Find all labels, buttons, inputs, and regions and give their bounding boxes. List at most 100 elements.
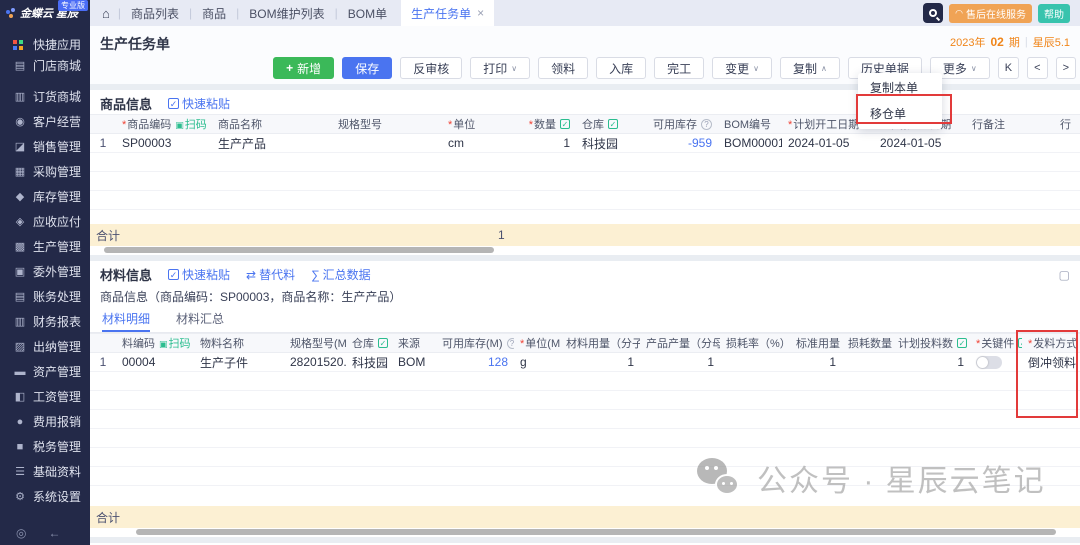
cell-规格型号(M)[interactable]: 28201520...: [284, 353, 346, 372]
sidebar-item-账务处理[interactable]: ▤账务处理: [0, 284, 90, 309]
sidebar-item-快捷应用[interactable]: 快捷应用: [0, 34, 90, 55]
cell-料编码[interactable]: 00004: [116, 353, 194, 372]
tab-BOM单[interactable]: BOM单: [338, 5, 397, 22]
tab-material-detail[interactable]: 材料明细: [102, 307, 150, 332]
sidebar-item-出纳管理[interactable]: ▨出纳管理: [0, 334, 90, 359]
close-icon[interactable]: ×: [477, 6, 484, 20]
cell-标准用量[interactable]: 1: [790, 353, 842, 372]
total-cell: [116, 506, 194, 528]
cell-计划开工日期[interactable]: 2024-01-05: [782, 134, 874, 153]
checkbox-icon[interactable]: ✓: [957, 338, 967, 348]
tab-material-summary[interactable]: 材料汇总: [176, 307, 224, 332]
cell-BOM编号[interactable]: BOM00001: [718, 134, 782, 153]
反审核-button[interactable]: 反审核: [400, 57, 462, 79]
help-badge[interactable]: 帮助: [1038, 4, 1070, 23]
sidebar-item-工资管理[interactable]: ◧工资管理: [0, 384, 90, 409]
sidebar-item-门店商城[interactable]: ▤门店商城: [0, 55, 90, 76]
asset-icon: ▬: [13, 366, 27, 378]
checkbox-icon[interactable]: ✓: [560, 119, 570, 129]
summary-data-link[interactable]: ∑汇总数据: [311, 266, 371, 283]
cell-产品产量（分母）[interactable]: 1: [640, 353, 720, 372]
checkbox-icon[interactable]: ✓: [378, 338, 388, 348]
复制-button[interactable]: 复制∧: [780, 57, 840, 79]
substitute-material-link[interactable]: ⇄替代料: [246, 266, 295, 283]
cell-计划投料数[interactable]: 1: [892, 353, 970, 372]
cell-来源[interactable]: BOM: [392, 353, 436, 372]
cell-仓库[interactable]: 科技园: [346, 353, 392, 372]
新增-button[interactable]: +新增: [273, 57, 334, 79]
cell-规格型号[interactable]: [332, 134, 442, 153]
sidebar-item-订货商城[interactable]: ▥订货商城: [0, 84, 90, 109]
search-button[interactable]: [923, 3, 943, 23]
scan-icon[interactable]: ▣: [159, 339, 168, 349]
sidebar-item-客户经营[interactable]: ◉客户经营: [0, 109, 90, 134]
tab-商品[interactable]: 商品: [192, 5, 236, 22]
cell-可用库存(M)[interactable]: 128: [436, 353, 514, 372]
sidebar-item-库存管理[interactable]: ◆库存管理: [0, 184, 90, 209]
scan-icon[interactable]: ▣: [175, 120, 184, 130]
collapse-arrow-icon[interactable]: ←: [48, 526, 60, 540]
sidebar-item-资产管理[interactable]: ▬资产管理: [0, 359, 90, 384]
sidebar-item-label: 快捷应用: [33, 36, 81, 53]
tab-BOM维护列表[interactable]: BOM维护列表: [239, 5, 334, 22]
cell-数量[interactable]: 1: [492, 134, 576, 153]
checkbox-icon[interactable]: ✓: [1018, 338, 1022, 348]
version-label[interactable]: 星辰5.1: [1033, 34, 1070, 50]
tab-production-task[interactable]: 生产任务单 ×: [401, 0, 494, 26]
变更-button[interactable]: 变更∨: [712, 57, 772, 79]
sidebar-item-税务管理[interactable]: ■税务管理: [0, 434, 90, 459]
nav-button-K[interactable]: K: [998, 57, 1019, 79]
quick-paste-link[interactable]: ✓快速粘贴: [168, 266, 230, 283]
product-hscrollbar[interactable]: [90, 246, 1080, 255]
menu-item-复制本单[interactable]: 复制本单: [858, 75, 942, 101]
menu-item-移仓单[interactable]: 移仓单: [858, 101, 942, 127]
cell-行备注[interactable]: [966, 134, 1054, 153]
cell-损耗数量[interactable]: [842, 353, 892, 372]
入库-button[interactable]: 入库: [596, 57, 646, 79]
cell-商品编码[interactable]: SP00003: [116, 134, 212, 153]
total-cell: [346, 506, 392, 528]
cell-计划完工日期[interactable]: 2024-01-05: [874, 134, 966, 153]
quick-paste-link[interactable]: ✓快速粘贴: [168, 95, 230, 112]
checkbox-icon[interactable]: ✓: [608, 119, 618, 129]
toggle-off[interactable]: [976, 356, 1002, 369]
cell-材料用量（分子）[interactable]: 1: [560, 353, 640, 372]
sidebar-item-费用报销[interactable]: ●费用报销: [0, 409, 90, 434]
nav-button-<[interactable]: <: [1027, 57, 1047, 79]
cell-损耗率（%）[interactable]: [720, 353, 790, 372]
cell-商品名称[interactable]: 生产产品: [212, 134, 332, 153]
tab-商品列表[interactable]: 商品列表: [121, 5, 189, 22]
sidebar-item-采购管理[interactable]: ▦采购管理: [0, 159, 90, 184]
after-sales-service-badge[interactable]: ◠售后在线服务: [949, 4, 1032, 23]
sidebar-item-应收应付[interactable]: ◈应收应付: [0, 209, 90, 234]
sidebar-item-销售管理[interactable]: ◪销售管理: [0, 134, 90, 159]
sidebar-item-委外管理[interactable]: ▣委外管理: [0, 259, 90, 284]
scrollbar-thumb[interactable]: [104, 247, 494, 253]
empty-row: [90, 410, 1080, 429]
material-hscrollbar[interactable]: [90, 528, 1080, 537]
period-number: 02: [990, 35, 1003, 49]
settings-circle-icon[interactable]: ◎: [16, 526, 26, 540]
cell-仓库[interactable]: 科技园: [576, 134, 644, 153]
sidebar-item-财务报表[interactable]: ▥财务报表: [0, 309, 90, 334]
cell-单位(M)[interactable]: g: [514, 353, 560, 372]
expand-icon[interactable]: ▢: [1059, 268, 1070, 282]
sidebar-item-系统设置[interactable]: ⚙系统设置: [0, 484, 90, 509]
领料-button[interactable]: 领料: [538, 57, 588, 79]
home-icon[interactable]: ⌂: [102, 6, 110, 21]
scrollbar-thumb[interactable]: [136, 529, 1056, 535]
打印-button[interactable]: 打印∨: [470, 57, 530, 79]
cell-发料方式[interactable]: 倒冲领料: [1022, 353, 1080, 372]
nav-button->[interactable]: >: [1056, 57, 1076, 79]
sidebar-item-生产管理[interactable]: ▩生产管理: [0, 234, 90, 259]
sidebar-item-label: 费用报销: [33, 413, 81, 430]
完工-button[interactable]: 完工: [654, 57, 704, 79]
sidebar-item-基础资料[interactable]: ☰基础资料: [0, 459, 90, 484]
help-icon: ?: [507, 338, 515, 349]
保存-button[interactable]: 保存: [342, 57, 392, 79]
cell-物料名称[interactable]: 生产子件: [194, 353, 284, 372]
cell-可用库存[interactable]: -959: [644, 134, 718, 153]
cell-行[interactable]: [1054, 134, 1080, 153]
cell-关键件[interactable]: [970, 353, 1022, 372]
cell-单位[interactable]: cm: [442, 134, 492, 153]
